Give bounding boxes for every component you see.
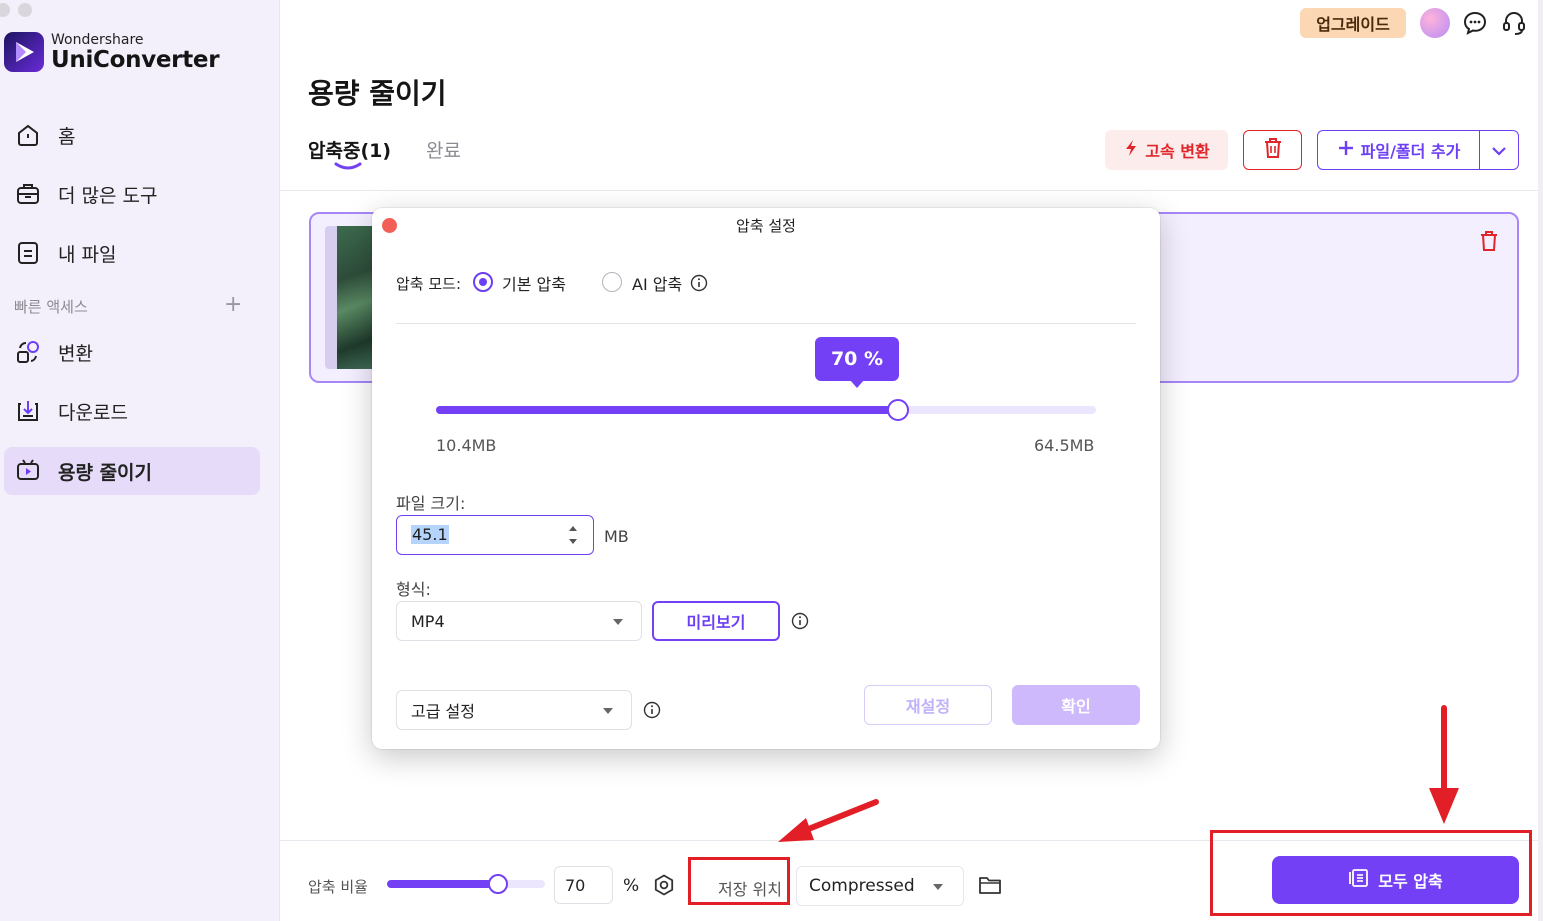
- window-controls: [0, 3, 32, 17]
- add-files-label: 파일/폴더 추가: [1360, 142, 1461, 161]
- ai-compression-label[interactable]: AI 압축: [632, 271, 682, 295]
- support-headset-icon[interactable]: [1500, 9, 1528, 37]
- compression-slider[interactable]: [436, 399, 1096, 421]
- preview-button[interactable]: 미리보기: [652, 601, 780, 641]
- chevron-down-icon: [1491, 141, 1507, 160]
- convert-icon: [14, 338, 42, 366]
- brand-name: UniConverter: [51, 46, 220, 73]
- sidebar-item-label: 다운로드: [58, 401, 128, 424]
- caret-down-icon: [933, 884, 943, 890]
- settings-gear-icon[interactable]: [653, 874, 675, 900]
- fast-convert-label: 고속 변환: [1145, 142, 1210, 161]
- save-location-value: Compressed: [809, 876, 915, 896]
- sidebar: Wondershare UniConverter 홈 더 많은 도구 내 파일 …: [0, 0, 280, 921]
- trash-icon: [1263, 137, 1283, 163]
- advanced-info-icon[interactable]: [643, 701, 661, 719]
- max-size-label: 64.5MB: [1034, 436, 1095, 455]
- basic-compression-radio[interactable]: [473, 272, 493, 292]
- brand-subtitle: Wondershare: [51, 31, 144, 48]
- window-minimize-button[interactable]: [18, 3, 32, 17]
- brand: Wondershare UniConverter: [4, 31, 220, 73]
- slider-fill: [436, 406, 898, 414]
- percent-sign: %: [623, 876, 640, 896]
- plus-icon: [1337, 139, 1355, 161]
- compress-all-highlight-box: [1210, 830, 1532, 916]
- window-edge: [1538, 0, 1543, 921]
- add-files-dropdown[interactable]: [1480, 141, 1518, 160]
- compress-icon: [14, 457, 42, 485]
- caret-down-icon: [603, 708, 613, 714]
- advanced-settings-label: 고급 설정: [411, 702, 475, 721]
- compression-settings-dialog: 압축 설정 압축 모드: 기본 압축 AI 압축 70 % 10.4MB 64.…: [372, 208, 1160, 749]
- sidebar-item-label: 용량 줄이기: [58, 461, 153, 484]
- dialog-title: 압축 설정: [736, 217, 796, 235]
- delete-all-button[interactable]: [1243, 130, 1302, 170]
- quick-access-label: 빠른 액세스: [14, 298, 88, 316]
- confirm-button[interactable]: 확인: [1012, 685, 1140, 725]
- sidebar-item-label: 더 많은 도구: [58, 184, 158, 207]
- format-label: 형식:: [396, 580, 431, 599]
- compression-ratio-slider[interactable]: [387, 874, 545, 894]
- lightning-icon: [1123, 139, 1139, 161]
- dialog-divider: [396, 323, 1136, 324]
- reset-button[interactable]: 재설정: [864, 685, 992, 725]
- tab-compressing[interactable]: 압축중(1): [308, 136, 391, 163]
- advanced-settings-select[interactable]: 고급 설정: [396, 690, 632, 730]
- file-icon: [14, 239, 42, 267]
- save-location-highlight-box: [688, 857, 790, 905]
- file-size-value: 45.1: [411, 525, 449, 544]
- slider-fill: [387, 880, 498, 888]
- avatar[interactable]: [1420, 8, 1450, 38]
- download-icon: [14, 397, 42, 425]
- slider-thumb[interactable]: [887, 399, 909, 421]
- arrow-to-compress-all-icon: [1429, 705, 1459, 824]
- folder-icon[interactable]: [978, 874, 1002, 900]
- sidebar-item-more-tools[interactable]: 더 많은 도구: [4, 170, 260, 218]
- sidebar-item-label: 홈: [58, 125, 76, 148]
- compression-ratio-label: 압축 비율: [308, 878, 368, 896]
- stepper-icon[interactable]: [567, 523, 579, 551]
- tab-completed[interactable]: 완료: [426, 136, 461, 163]
- add-quick-access-icon[interactable]: +: [224, 294, 242, 316]
- ai-info-icon[interactable]: [690, 274, 708, 292]
- compression-percent-tooltip: 70 %: [815, 337, 899, 381]
- ai-compression-radio[interactable]: [602, 272, 622, 292]
- format-value: MP4: [411, 611, 445, 631]
- caret-down-icon: [613, 619, 623, 625]
- format-select[interactable]: MP4: [396, 601, 642, 641]
- slider-thumb[interactable]: [487, 874, 508, 894]
- uniconverter-logo-icon: [4, 32, 44, 72]
- home-icon: [14, 121, 42, 149]
- sidebar-item-convert[interactable]: 변환: [4, 328, 260, 376]
- basic-compression-label[interactable]: 기본 압축: [502, 271, 566, 295]
- sidebar-item-download[interactable]: 다운로드: [4, 387, 260, 435]
- page-title: 용량 줄이기: [308, 77, 447, 110]
- delete-file-icon[interactable]: [1479, 230, 1499, 256]
- file-size-input[interactable]: 45.1: [396, 515, 594, 555]
- header-divider: [280, 190, 1543, 191]
- sidebar-item-my-files[interactable]: 내 파일: [4, 229, 260, 277]
- sidebar-item-home[interactable]: 홈: [4, 111, 260, 159]
- sidebar-item-compress[interactable]: 용량 줄이기: [4, 447, 260, 495]
- toolbox-icon: [14, 180, 42, 208]
- sidebar-item-label: 내 파일: [58, 243, 117, 266]
- tooltip-arrow: [850, 380, 864, 388]
- preview-info-icon[interactable]: [791, 612, 809, 630]
- message-icon[interactable]: [1461, 9, 1489, 37]
- compression-ratio-input[interactable]: 70: [554, 866, 613, 904]
- arrow-to-save-location-icon: [778, 799, 879, 842]
- file-size-label: 파일 크기:: [396, 494, 466, 513]
- min-size-label: 10.4MB: [436, 436, 497, 455]
- sidebar-item-label: 변환: [58, 342, 93, 365]
- file-size-unit: MB: [604, 527, 629, 546]
- tab-active-indicator: [334, 162, 362, 170]
- upgrade-button[interactable]: 업그레이드: [1300, 8, 1406, 38]
- compression-mode-label: 압축 모드:: [396, 275, 462, 293]
- video-thumbnail: [337, 226, 377, 369]
- save-location-select[interactable]: Compressed: [796, 866, 964, 906]
- add-files-button[interactable]: 파일/폴더 추가: [1317, 130, 1519, 170]
- window-close-button[interactable]: [0, 3, 10, 17]
- fast-convert-button[interactable]: 고속 변환: [1105, 130, 1228, 170]
